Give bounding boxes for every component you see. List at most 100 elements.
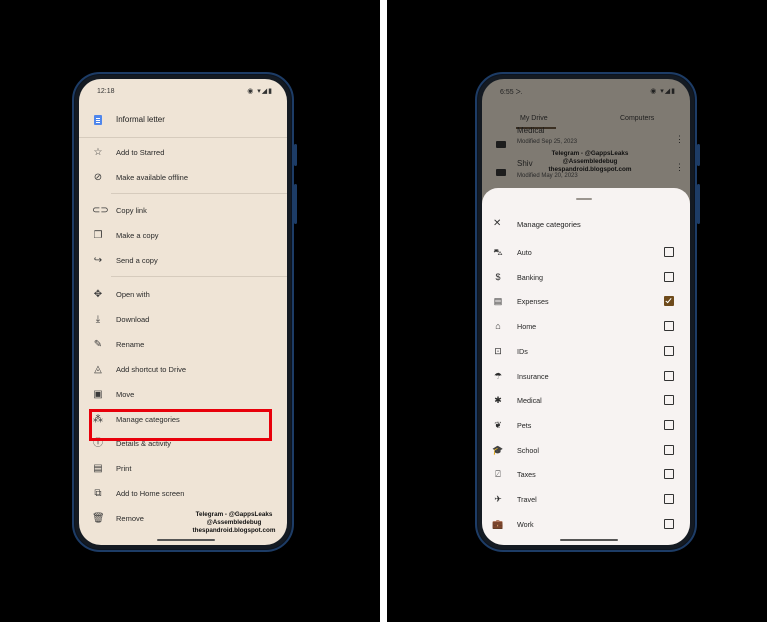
category-label: Banking xyxy=(517,272,543,282)
menu-item-label: Remove xyxy=(116,514,144,523)
category-row[interactable]: ✈ Travel xyxy=(482,489,690,509)
category-row[interactable]: ⌂ Home xyxy=(482,316,690,336)
trash-icon: 🗑 xyxy=(92,513,105,524)
asterisk-icon: ✱ xyxy=(494,395,502,406)
divider xyxy=(111,276,287,277)
category-label: Work xyxy=(517,519,534,529)
rename-icon: ✎ xyxy=(93,339,103,350)
status-bar: 6:55 ᐳ. ◉ ▾◢▮ xyxy=(482,79,690,101)
menu-item[interactable]: ☆ Add to Starred xyxy=(79,142,287,164)
category-checkbox[interactable] xyxy=(664,419,674,430)
menu-item-label: Move xyxy=(116,390,135,399)
star-icon: ☆ xyxy=(93,147,103,158)
menu-item[interactable]: ⊘ Make available offline xyxy=(79,167,287,189)
menu-item[interactable]: ▤ Print xyxy=(79,458,287,480)
category-label: Pets xyxy=(517,420,532,430)
category-row[interactable]: $ Banking xyxy=(482,267,690,287)
status-time: 6:55 ᐳ. xyxy=(500,89,523,96)
watermark: Telegram - @GappsLeaks @Assembledebug th… xyxy=(534,150,646,174)
menu-item-label: Add to Home screen xyxy=(116,489,185,498)
category-row[interactable]: ❦ Pets xyxy=(482,415,690,435)
category-checkbox[interactable] xyxy=(664,296,674,307)
category-row[interactable]: ☂ Insurance xyxy=(482,366,690,386)
menu-item[interactable]: ✥ Open with xyxy=(79,284,287,306)
status-icons: ◉ ▾◢▮ xyxy=(650,88,676,95)
category-checkbox[interactable] xyxy=(664,469,674,480)
category-checkbox[interactable] xyxy=(664,518,674,529)
open-with-icon: ✥ xyxy=(93,289,103,300)
category-row[interactable]: ⍁ Taxes xyxy=(482,464,690,484)
drag-handle[interactable] xyxy=(576,198,592,200)
dollar-icon: $ xyxy=(495,271,501,282)
more-vert-icon[interactable]: ⋮ xyxy=(675,163,684,172)
category-row[interactable]: ▤ Expenses xyxy=(482,291,690,311)
menu-item[interactable]: ⤓ Download xyxy=(79,309,287,331)
category-checkbox[interactable] xyxy=(664,271,674,282)
menu-item-label: Open with xyxy=(116,290,150,299)
category-label: School xyxy=(517,445,539,455)
menu-item[interactable]: ⧉ Add to Home screen xyxy=(79,483,287,505)
watermark-line: @Assembledebug xyxy=(206,519,262,526)
menu-item[interactable]: ⊂⊃ Copy link xyxy=(79,200,287,222)
gesture-bar[interactable] xyxy=(157,539,215,541)
category-row[interactable]: 💼 Work xyxy=(482,514,690,534)
print-icon: ▤ xyxy=(93,463,103,474)
menu-item[interactable]: ↪ Send a copy xyxy=(79,250,287,272)
receipt-icon: ▤ xyxy=(493,296,503,307)
phone-right: 6:55 ᐳ. ◉ ▾◢▮ My Drive Computers Medical… xyxy=(475,72,700,552)
category-row[interactable]: ⊡ IDs xyxy=(482,341,690,361)
home-icon: ⌂ xyxy=(495,321,501,332)
close-icon[interactable]: ✕ xyxy=(493,218,501,229)
offline-icon: ⊘ xyxy=(93,172,103,183)
menu-item[interactable]: ▣ Move xyxy=(79,384,287,406)
docs-icon xyxy=(94,115,102,125)
category-label: Auto xyxy=(517,248,532,257)
file-modified: Modified Sep 25, 2023 xyxy=(517,139,578,145)
gesture-bar[interactable] xyxy=(560,539,618,541)
screenshot-divider xyxy=(380,0,387,622)
category-row[interactable]: ⛍ Auto xyxy=(482,242,690,262)
menu-item[interactable]: ✎ Rename xyxy=(79,334,287,356)
category-label: Travel xyxy=(517,495,537,504)
watermark-line: thespandroid.blogspot.com xyxy=(192,527,276,534)
category-checkbox[interactable] xyxy=(664,247,674,257)
watermark-line: @Assembledebug xyxy=(562,158,618,165)
copy-icon: ❐ xyxy=(93,230,103,241)
status-icons: ◉ ▾◢▮ xyxy=(247,88,273,95)
highlight-box xyxy=(89,409,272,441)
move-icon: ▣ xyxy=(93,389,103,400)
sheet-title: Manage categories xyxy=(517,220,581,229)
category-checkbox[interactable] xyxy=(664,494,674,504)
category-label: Taxes xyxy=(517,470,536,480)
category-checkbox[interactable] xyxy=(664,395,674,406)
menu-item-label: Print xyxy=(116,464,132,473)
category-checkbox[interactable] xyxy=(664,345,674,356)
category-label: Insurance xyxy=(517,371,549,381)
menu-item[interactable]: ❐ Make a copy xyxy=(79,225,287,247)
category-checkbox[interactable] xyxy=(664,370,674,381)
download-icon: ⤓ xyxy=(95,314,101,325)
category-label: Expenses xyxy=(517,297,549,307)
menu-item-label: Send a copy xyxy=(116,256,158,265)
category-row[interactable]: ✱ Medical xyxy=(482,390,690,410)
category-checkbox[interactable] xyxy=(664,444,674,455)
category-checkbox[interactable] xyxy=(664,321,674,332)
category-row[interactable]: 🎓 School xyxy=(482,440,690,460)
watermark-line: Telegram - @GappsLeaks xyxy=(551,150,629,157)
divider xyxy=(111,193,287,194)
menu-item[interactable]: ◬ Add shortcut to Drive xyxy=(79,359,287,381)
volume-button xyxy=(294,184,297,224)
document-header: Informal letter xyxy=(79,109,287,131)
more-vert-icon[interactable]: ⋮ xyxy=(675,135,684,144)
school-icon: 🎓 xyxy=(492,444,504,455)
tab-computers[interactable]: Computers xyxy=(620,115,654,122)
tab-my-drive[interactable]: My Drive xyxy=(520,115,548,122)
watermark: Telegram - @GappsLeaks @Assembledebug th… xyxy=(183,511,285,535)
plane-icon: ✈ xyxy=(494,494,502,504)
document-title: Informal letter xyxy=(116,115,165,124)
share-icon: ↪ xyxy=(93,255,103,266)
drive-tabs: My Drive Computers xyxy=(482,111,690,129)
drive-options-screen: 12:18 ◉ ▾◢▮ Informal letter ☆ Add to Star… xyxy=(79,79,287,545)
category-label: Home xyxy=(517,322,537,332)
id-card-icon: ⊡ xyxy=(494,345,502,356)
